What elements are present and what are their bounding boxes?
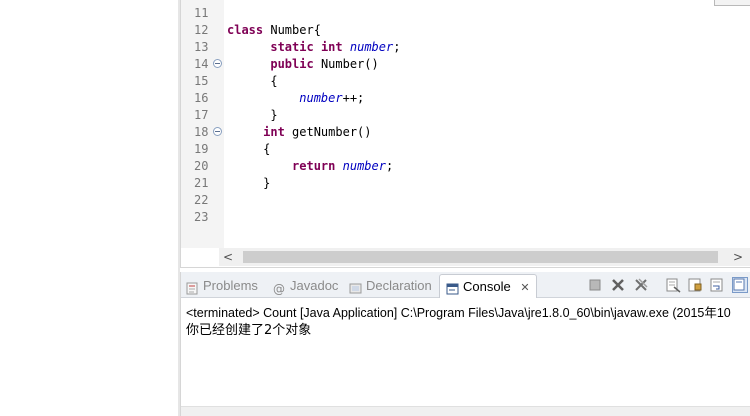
code-text: { [227, 74, 278, 88]
code-editor[interactable]: 11 12 class Number{13 static int number; 14… [180, 0, 750, 268]
code-line[interactable]: 12 class Number{ [181, 22, 741, 39]
close-icon[interactable]: ✕ [520, 282, 529, 294]
console-icon [446, 280, 459, 295]
pin-console-icon[interactable] [732, 277, 748, 293]
fold-toggle-icon[interactable] [213, 59, 222, 68]
clear-console-icon[interactable] [665, 277, 681, 293]
tab-declaration-label: Declaration [366, 278, 432, 293]
scroll-lock-icon[interactable] [687, 277, 703, 293]
tab-javadoc[interactable]: @ Javadoc [273, 274, 338, 298]
declaration-icon [349, 279, 362, 294]
code-line[interactable]: 21 } [181, 175, 741, 192]
console-output-line: 你已经创建了2个对象 [186, 323, 312, 338]
line-number: 16 [194, 91, 209, 105]
remove-launch-icon[interactable] [610, 277, 626, 293]
line-number: 17 [194, 108, 209, 122]
code-text: public Number() [270, 57, 379, 71]
code-line[interactable]: 18 int getNumber() [181, 124, 741, 141]
line-number: 12 [194, 23, 209, 37]
code-text: } [227, 176, 271, 190]
tab-problems[interactable]: Problems [186, 274, 258, 298]
fold-toggle-icon[interactable] [213, 127, 222, 136]
line-number: 21 [194, 176, 209, 190]
code-text: class Number{ [227, 23, 321, 37]
code-text: { [227, 142, 271, 156]
tab-problems-label: Problems [203, 278, 258, 293]
line-number: 20 [194, 159, 209, 173]
tab-console[interactable]: Console ✕ [439, 274, 537, 298]
word-wrap-icon[interactable] [709, 277, 725, 293]
left-blank-area [0, 0, 178, 416]
line-number: 13 [194, 40, 209, 54]
code-text: int getNumber() [263, 125, 372, 139]
scroll-right-arrow[interactable]: > [729, 248, 747, 266]
code-line[interactable]: 13 static int number; [181, 39, 741, 56]
code-line[interactable]: 16 number++; [181, 90, 741, 107]
scroll-left-arrow[interactable]: < [219, 248, 237, 266]
line-number: 11 [194, 6, 209, 20]
problems-icon [186, 279, 199, 295]
tab-console-label: Console [463, 279, 511, 294]
code-line[interactable]: 11 [181, 5, 741, 22]
code-line[interactable]: 22 [181, 192, 741, 209]
line-number: 22 [194, 193, 209, 207]
svg-text:@: @ [273, 282, 285, 295]
code-text: static int number; [270, 40, 401, 54]
scrollbar-thumb[interactable] [243, 251, 718, 263]
code-line[interactable]: 20 return number; [181, 158, 741, 175]
console-horizontal-scrollbar[interactable] [181, 406, 750, 416]
code-line[interactable]: 23 [181, 209, 741, 226]
javadoc-icon: @ [273, 279, 286, 296]
terminate-icon[interactable] [587, 277, 603, 293]
tab-declaration[interactable]: Declaration [349, 274, 432, 298]
line-number: 23 [194, 210, 209, 224]
code-text: number++; [299, 91, 365, 105]
line-number: 15 [194, 74, 209, 88]
code-line[interactable]: 14 public Number() [181, 56, 741, 73]
code-line[interactable]: 17 } [181, 107, 741, 124]
remove-all-terminated-icon[interactable] [633, 277, 649, 293]
view-tab-bar: Problems @ Javadoc Declaration Console ✕ [181, 272, 750, 298]
tab-javadoc-label: Javadoc [290, 278, 339, 293]
code-text: return number; [292, 159, 394, 173]
line-number: 19 [194, 142, 209, 156]
code-line[interactable]: 19 { [181, 141, 741, 158]
console-view: Problems @ Javadoc Declaration Console ✕ [180, 272, 750, 416]
editor-horizontal-scrollbar[interactable]: < > [219, 248, 750, 266]
code-text: } [227, 108, 278, 122]
code-line[interactable]: 15 { [181, 73, 741, 90]
